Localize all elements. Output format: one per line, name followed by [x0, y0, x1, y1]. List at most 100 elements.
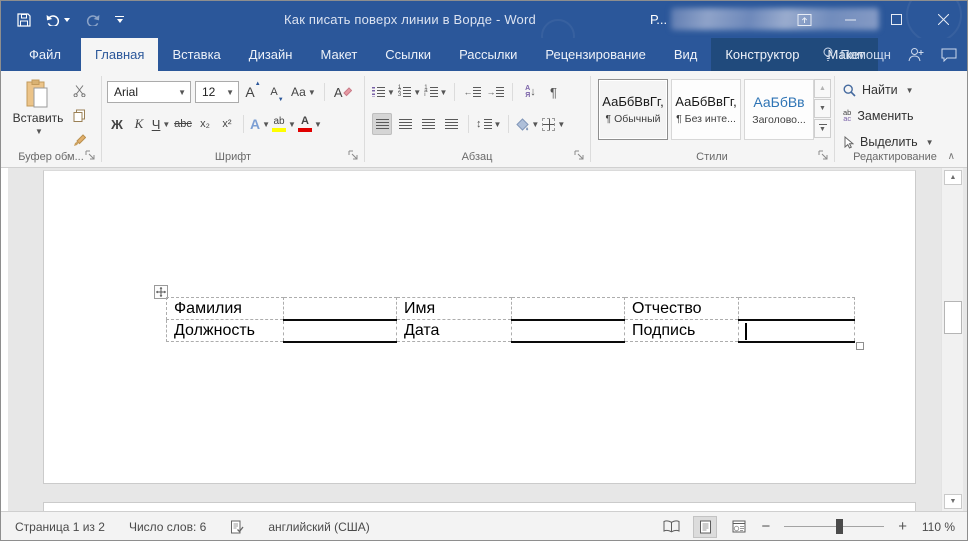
bullets-button[interactable]: ▼ [372, 81, 395, 103]
word-count[interactable]: Число слов: 6 [129, 520, 206, 534]
text-highlight-button[interactable]: ab▼ [272, 113, 296, 135]
redo-icon[interactable] [85, 14, 100, 26]
customize-quick-access-icon[interactable] [115, 16, 124, 24]
borders-button[interactable]: ▼ [542, 113, 565, 135]
table-cell-blank[interactable] [512, 298, 625, 320]
table-cell-label[interactable]: Фамилия [167, 298, 284, 320]
replace-button[interactable]: abac Заменить [843, 105, 914, 127]
ribbon-display-options-button[interactable] [781, 1, 827, 38]
style-heading1[interactable]: АаБбВв Заголово... [744, 79, 814, 140]
underline-button[interactable]: Ч▼ [151, 113, 171, 135]
comments-button[interactable] [941, 48, 957, 62]
change-case-button[interactable]: Аа▼ [291, 81, 316, 103]
align-left-button[interactable] [372, 113, 392, 135]
copy-button[interactable] [69, 104, 89, 126]
style-scroll-up-button[interactable]: ▲ [814, 79, 831, 98]
zoom-out-button[interactable]: − [761, 519, 770, 534]
find-button[interactable]: Найти▼ [843, 79, 914, 101]
minimize-button[interactable] [827, 1, 873, 38]
collapse-ribbon-button[interactable]: ∧ [948, 151, 955, 162]
align-right-button[interactable] [418, 113, 438, 135]
italic-button[interactable]: К [129, 113, 149, 135]
zoom-level[interactable]: 110 % [917, 520, 955, 534]
clear-formatting-button[interactable]: А [333, 81, 353, 103]
text-effects-button[interactable]: А▼ [250, 113, 270, 135]
font-size-dropdown-icon[interactable]: ▼ [221, 88, 234, 97]
font-size-combobox[interactable]: 12 ▼ [195, 81, 239, 103]
table-cell-blank[interactable] [739, 298, 855, 320]
table-resize-handle[interactable] [856, 342, 864, 350]
styles-dialog-launcher[interactable] [818, 150, 829, 161]
scroll-down-button[interactable]: ▼ [944, 494, 962, 509]
tell-me-assistant[interactable]: Помощн [822, 47, 891, 62]
tab-table-design[interactable]: Конструктор [711, 38, 813, 71]
vertical-scrollbar[interactable]: ▲ ▼ [941, 168, 963, 511]
font-name-dropdown-icon[interactable]: ▼ [173, 88, 186, 97]
table-cell-label[interactable]: Должность [167, 320, 284, 342]
style-normal[interactable]: АаБбВвГг, ¶ Обычный [598, 79, 668, 140]
tab-design[interactable]: Дизайн [235, 38, 307, 71]
show-marks-button[interactable]: ¶ [543, 81, 563, 103]
paste-button[interactable]: Вставить ▼ [11, 79, 65, 153]
shading-button[interactable]: ▼ [516, 113, 539, 135]
bold-button[interactable]: Ж [107, 113, 127, 135]
grow-font-button[interactable]: А▲ [243, 81, 263, 103]
zoom-slider-thumb[interactable] [836, 519, 843, 534]
line-spacing-button[interactable]: ↕▼ [476, 113, 501, 135]
shrink-font-button[interactable]: А▼ [267, 81, 287, 103]
zoom-in-button[interactable]: + [898, 519, 907, 534]
tab-mailings[interactable]: Рассылки [445, 38, 531, 71]
language-indicator[interactable]: английский (США) [268, 520, 369, 534]
strikethrough-button[interactable]: abc [173, 113, 193, 135]
style-gallery-more-button[interactable]: ▼ [814, 119, 831, 138]
tab-layout[interactable]: Макет [306, 38, 371, 71]
table-cell-label[interactable]: Дата [397, 320, 512, 342]
tab-references[interactable]: Ссылки [371, 38, 445, 71]
zoom-slider[interactable] [784, 526, 884, 528]
table-cell-blank[interactable] [284, 320, 397, 342]
style-no-spacing[interactable]: АаБбВвГг, ¶ Без инте... [671, 79, 741, 140]
scrollbar-thumb[interactable] [944, 301, 962, 334]
save-icon[interactable] [17, 13, 31, 27]
numbering-button[interactable]: 123▼ [398, 81, 421, 103]
sort-button[interactable]: АЯ ↓ [520, 81, 540, 103]
cut-button[interactable] [69, 79, 89, 101]
format-painter-button[interactable] [69, 129, 89, 151]
undo-dropdown-icon[interactable] [64, 18, 70, 22]
superscript-button[interactable]: х² [217, 113, 237, 135]
scroll-up-button[interactable]: ▲ [944, 170, 962, 185]
share-button[interactable] [908, 47, 924, 62]
undo-button[interactable] [46, 14, 70, 26]
font-name-combobox[interactable]: Arial ▼ [107, 81, 191, 103]
tab-review[interactable]: Рецензирование [531, 38, 659, 71]
table-cell-blank[interactable] [512, 320, 625, 342]
align-center-button[interactable] [395, 113, 415, 135]
tab-file[interactable]: Файл [9, 38, 81, 71]
tab-insert[interactable]: Вставка [158, 38, 234, 71]
paragraph-dialog-launcher[interactable] [574, 150, 585, 161]
clipboard-dialog-launcher[interactable] [85, 150, 96, 161]
table-cell-label[interactable]: Отчество [625, 298, 739, 320]
style-scroll-down-button[interactable]: ▼ [814, 99, 831, 118]
multilevel-list-button[interactable]: 1ai▼ [424, 81, 447, 103]
paste-dropdown-icon[interactable]: ▼ [35, 127, 43, 136]
font-color-button[interactable]: А▼ [298, 113, 322, 135]
print-layout-button[interactable] [693, 516, 717, 538]
document-table[interactable]: Фамилия Имя Отчество Должность Дата Подп… [166, 297, 855, 343]
page-1[interactable]: Фамилия Имя Отчество Должность Дата Подп… [43, 170, 916, 484]
tab-view[interactable]: Вид [660, 38, 712, 71]
subscript-button[interactable]: х₂ [195, 113, 215, 135]
tab-home[interactable]: Главная [81, 38, 158, 71]
maximize-button[interactable] [873, 1, 919, 38]
page-indicator[interactable]: Страница 1 из 2 [15, 520, 105, 534]
web-layout-button[interactable] [727, 516, 751, 538]
font-dialog-launcher[interactable] [348, 150, 359, 161]
read-mode-button[interactable] [659, 516, 683, 538]
increase-indent-button[interactable]: → [485, 81, 505, 103]
table-cell-active[interactable] [739, 320, 855, 342]
table-cell-label[interactable]: Имя [397, 298, 512, 320]
select-button[interactable]: Выделить▼ [843, 131, 934, 153]
proofing-status-icon[interactable] [230, 520, 244, 534]
justify-button[interactable] [441, 113, 461, 135]
table-cell-blank[interactable] [284, 298, 397, 320]
